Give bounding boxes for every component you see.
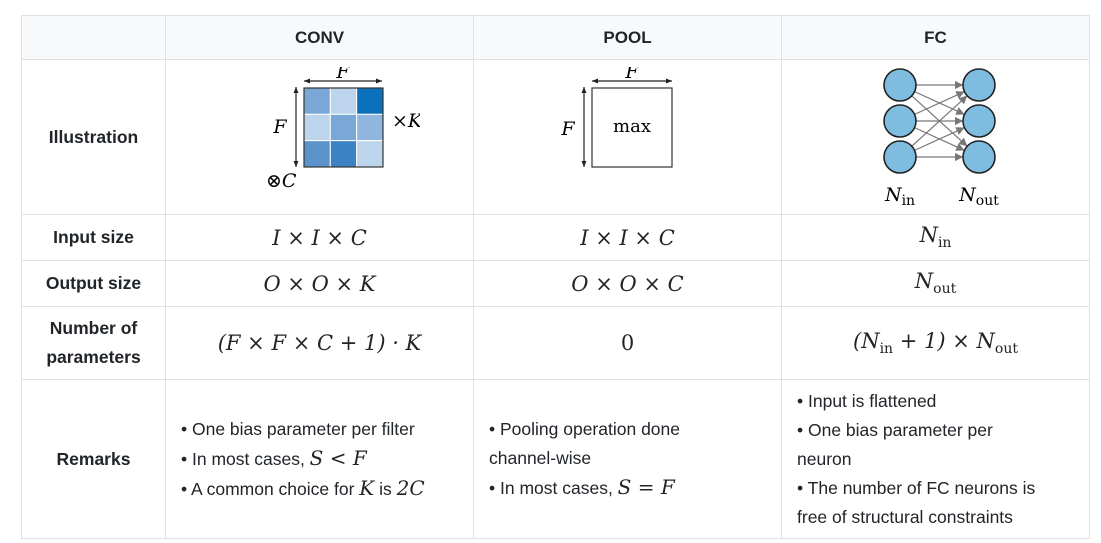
fc-n-out-label: Nout bbox=[958, 184, 999, 209]
conv-top-arrow-right-head bbox=[375, 78, 382, 84]
pool-remark-1-cont: channel-wise bbox=[489, 448, 592, 468]
fc-input-neuron bbox=[882, 67, 917, 102]
fc-connections bbox=[910, 80, 967, 161]
conv-illustration-cell: F F ×K ⊗C bbox=[165, 59, 474, 215]
conv-output-size: O × O × K bbox=[165, 260, 474, 307]
conv-filter-cell bbox=[355, 87, 383, 115]
conv-filter-cell bbox=[355, 140, 383, 168]
conv-num-params: (F × F × C + 1) · K bbox=[165, 306, 474, 380]
fc-remark-3: • The number of FC neurons is bbox=[797, 477, 1036, 498]
conv-filter-cell bbox=[355, 113, 383, 142]
conv-input-size: I × I × C bbox=[165, 214, 474, 261]
num-params-row: Number of parameters (F × F × C + 1) · K … bbox=[21, 306, 1090, 380]
header-corner-cell bbox=[21, 15, 166, 60]
pool-max-label: max bbox=[613, 116, 651, 137]
pool-remark-1: • Pooling operation done bbox=[489, 419, 680, 439]
pool-output-size: O × O × C bbox=[473, 260, 782, 307]
conv-remark-2: • In most cases, S < F bbox=[181, 445, 367, 470]
illustration-row: Illustration F F ×K ⊗C F F max Nin Nout bbox=[21, 59, 1090, 215]
fc-remark-2: • One bias parameter per bbox=[797, 419, 993, 440]
fc-remark-2-cont: neuron bbox=[797, 448, 852, 469]
pool-side-arrow-bottom-head bbox=[581, 161, 586, 167]
remarks-row: Remarks • One bias parameter per filter … bbox=[21, 379, 1090, 539]
fc-input-neuron bbox=[882, 103, 917, 138]
conv-remark-1: • One bias parameter per filter bbox=[181, 418, 415, 439]
fc-input-size: Nin bbox=[781, 214, 1090, 261]
row-label-output-size: Output size bbox=[21, 260, 166, 307]
output-size-row: Output size O × O × K O × O × C Nout bbox=[21, 260, 1090, 307]
conv-top-arrow-left-head bbox=[303, 78, 310, 84]
fc-remark-1: • Input is flattened bbox=[797, 390, 937, 411]
conv-otimes-c-label: ⊗C bbox=[266, 170, 297, 192]
header-pool: POOL bbox=[473, 15, 782, 60]
fc-diagram: Nin Nout bbox=[882, 67, 999, 209]
conv-filter-cell bbox=[329, 87, 357, 115]
fc-remarks: • Input is flattened • One bias paramete… bbox=[781, 379, 1090, 539]
conv-filter-cell bbox=[303, 87, 331, 115]
input-size-row: Input size I × I × C I × I × C Nin bbox=[21, 214, 1090, 261]
pool-top-arrow-right-head bbox=[665, 78, 672, 84]
conv-top-label: F bbox=[335, 67, 350, 83]
header-row: CONV POOL FC bbox=[21, 15, 1090, 60]
fc-remark-3-cont: free of structural constraints bbox=[797, 506, 1013, 527]
row-label-illustration: Illustration bbox=[21, 59, 166, 215]
conv-filter-cell bbox=[303, 113, 331, 142]
fc-n-in-label: Nin bbox=[883, 184, 914, 209]
fc-output-neuron bbox=[961, 67, 996, 102]
conv-times-k-label: ×K bbox=[392, 110, 420, 132]
fc-input-neuron bbox=[882, 139, 917, 174]
row-label-input-size: Input size bbox=[21, 214, 166, 261]
conv-side-label: F bbox=[272, 116, 287, 138]
conv-filter-grid bbox=[302, 87, 384, 168]
conv-side-arrow-bottom-head bbox=[293, 161, 298, 167]
pool-illustration-cell: F F max bbox=[473, 59, 782, 215]
row-label-remarks: Remarks bbox=[21, 379, 166, 539]
row-label-num-params: Number of parameters bbox=[21, 306, 166, 380]
conv-filter-cell bbox=[329, 140, 357, 168]
conv-remark-3: • A common choice for K is 2C bbox=[181, 475, 425, 500]
pool-diagram: F F max bbox=[560, 67, 673, 168]
conv-filter-cell bbox=[329, 113, 357, 142]
pool-input-size: I × I × C bbox=[473, 214, 782, 261]
conv-remarks: • One bias parameter per filter • In mos… bbox=[165, 379, 474, 539]
header-fc: FC bbox=[781, 15, 1090, 60]
pool-top-arrow-left-head bbox=[591, 78, 598, 84]
header-conv: CONV bbox=[165, 15, 474, 60]
pool-side-arrow-top-head bbox=[581, 87, 586, 93]
fc-illustration-cell: Nin Nout bbox=[781, 59, 1090, 215]
pool-remark-2: • In most cases, S = F bbox=[489, 475, 675, 499]
fc-num-params: (Nin + 1) × Nout bbox=[781, 306, 1090, 380]
pool-top-label: F bbox=[624, 67, 639, 83]
conv-filter-diagram: F F ×K ⊗C bbox=[266, 67, 420, 192]
conv-filter-cell bbox=[303, 140, 331, 168]
pool-remarks: • Pooling operation done channel-wise • … bbox=[473, 379, 782, 539]
comparison-table: CONV POOL FC Illustration F F ×K ⊗C F F … bbox=[21, 15, 1090, 539]
pool-side-label: F bbox=[560, 118, 575, 140]
conv-side-arrow-top-head bbox=[293, 87, 298, 93]
fc-output-size: Nout bbox=[781, 260, 1090, 307]
pool-num-params: 0 bbox=[473, 306, 782, 380]
fc-output-neuron bbox=[961, 103, 996, 138]
fc-output-neuron bbox=[961, 139, 996, 174]
